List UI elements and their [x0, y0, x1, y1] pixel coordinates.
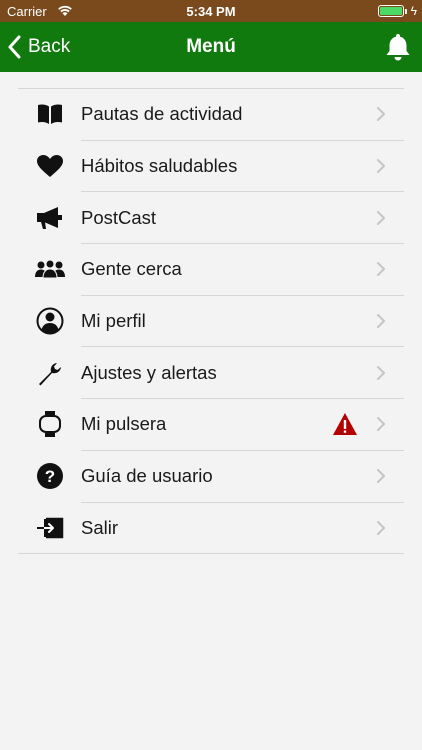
user-profile-icon — [35, 306, 65, 336]
menu-item-label: Salir — [81, 516, 119, 538]
divider — [18, 553, 404, 555]
logout-icon — [35, 513, 65, 543]
wristband-icon — [35, 409, 65, 439]
menu-item-label: Pautas de actividad — [81, 103, 243, 125]
chevron-right-icon — [377, 107, 385, 122]
menu-item-habitos-saludables[interactable]: Hábitos saludables — [18, 141, 404, 192]
navigation-bar: Back Menú — [0, 22, 422, 72]
bell-icon[interactable] — [384, 32, 412, 62]
book-icon — [35, 99, 65, 129]
menu-item-label: Gente cerca — [81, 258, 182, 280]
menu-item-label: PostCast — [81, 206, 157, 228]
back-label: Back — [28, 36, 71, 57]
wrench-icon — [35, 358, 65, 388]
menu-item-mi-perfil[interactable]: Mi perfil — [18, 296, 404, 347]
menu-item-salir[interactable]: Salir — [18, 503, 404, 554]
chevron-right-icon — [377, 159, 385, 174]
menu-list: Pautas de actividad Hábitos saludables P… — [18, 88, 404, 555]
menu-item-guia-de-usuario[interactable]: ? Guía de usuario — [18, 451, 404, 502]
menu-item-pautas-de-actividad[interactable]: Pautas de actividad — [18, 89, 404, 140]
menu-item-label: Guía de usuario — [81, 465, 213, 487]
svg-text:?: ? — [45, 467, 55, 486]
chevron-right-icon — [377, 210, 385, 225]
chevron-right-icon — [377, 262, 385, 277]
battery-icon — [378, 5, 404, 17]
menu-item-label: Mi pulsera — [81, 413, 167, 435]
megaphone-icon — [35, 203, 65, 233]
chevron-right-icon — [377, 314, 385, 329]
menu-item-ajustes-y-alertas[interactable]: Ajustes y alertas — [18, 347, 404, 398]
menu-item-postcast[interactable]: PostCast — [18, 192, 404, 243]
menu-item-mi-pulsera[interactable]: Mi pulsera — [18, 399, 404, 450]
help-icon: ? — [35, 461, 65, 491]
people-icon — [35, 254, 65, 284]
warning-icon — [333, 413, 357, 436]
chevron-right-icon — [377, 365, 385, 380]
chevron-right-icon — [377, 520, 385, 535]
back-button[interactable]: Back — [8, 34, 70, 60]
menu-item-label: Mi perfil — [81, 310, 146, 332]
charging-icon: ϟ — [410, 4, 417, 18]
menu-item-label: Ajustes y alertas — [81, 361, 217, 383]
status-bar: Carrier 5:34 PM ϟ — [0, 0, 422, 22]
menu-item-gente-cerca[interactable]: Gente cerca — [18, 244, 404, 295]
status-time: 5:34 PM — [186, 4, 236, 19]
heart-icon — [35, 151, 65, 181]
chevron-right-icon — [377, 469, 385, 484]
menu-item-label: Hábitos saludables — [81, 155, 238, 177]
chevron-left-icon — [8, 35, 21, 59]
chevron-right-icon — [377, 417, 385, 432]
